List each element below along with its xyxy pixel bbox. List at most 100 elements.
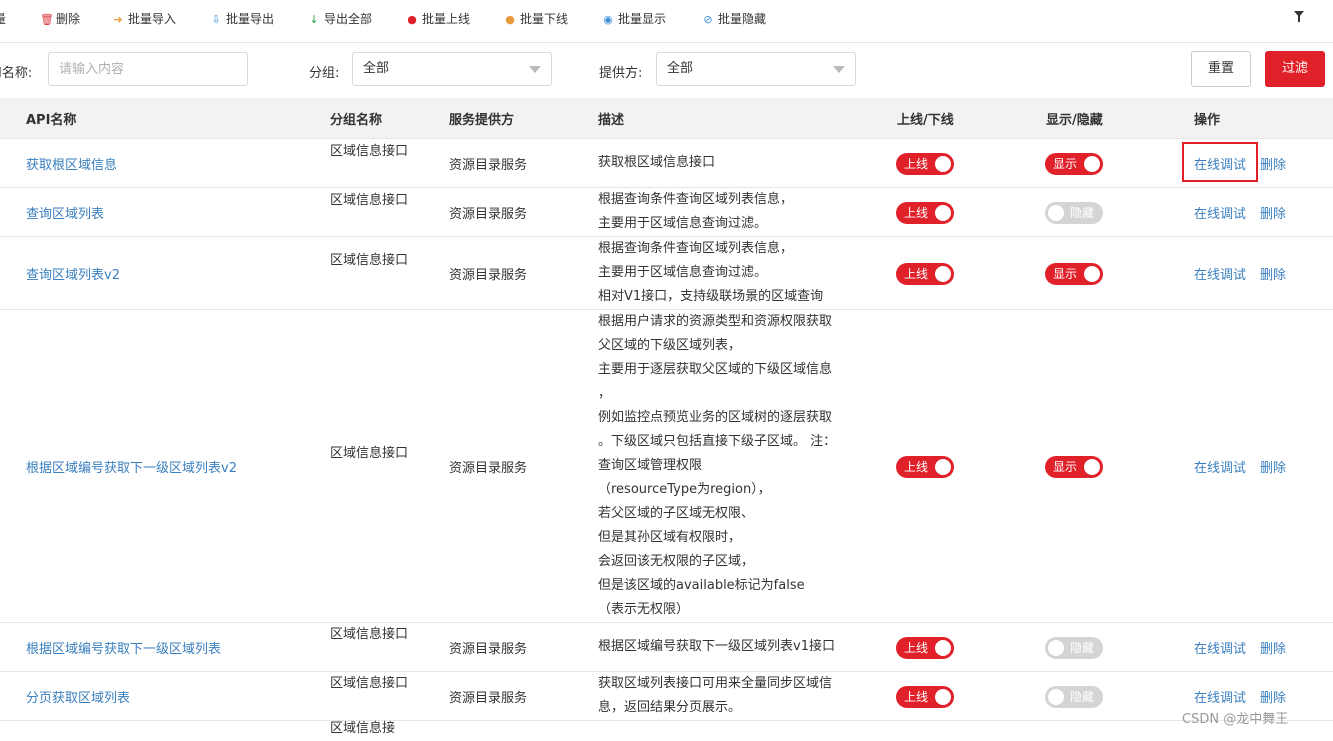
trash-icon: 🗑	[40, 13, 54, 26]
provider-cell: 资源目录服务	[449, 642, 528, 657]
toggle-knob	[1084, 459, 1100, 475]
group-cell: 区域信息接口	[330, 446, 409, 461]
display-toggle[interactable]: 显示	[1045, 153, 1103, 175]
online-toggle[interactable]: 上线	[896, 637, 954, 659]
online-toggle-label: 上线	[904, 690, 929, 704]
batch-show-label: 批量显示	[618, 12, 667, 26]
display-toggle[interactable]: 隐藏	[1045, 637, 1103, 659]
online-toggle[interactable]: 上线	[896, 263, 954, 285]
delete-link[interactable]: 删除	[1260, 457, 1286, 476]
toolbar: 量 🗑 删除 ➜ 批量导入 ⇩ 批量导出 ↓ 导出全部 ● 批量上线 ● 批量下线 ◉ 批量显…	[0, 0, 1333, 43]
batch-hide-label: 批量隐藏	[718, 12, 767, 26]
online-debug-link[interactable]: 在线调试	[1194, 638, 1246, 657]
delete-button[interactable]: 🗑 删除	[40, 10, 80, 27]
group-label: 分组:	[309, 66, 340, 81]
header-description: 描述	[598, 113, 625, 128]
toolbar-cut-label[interactable]: 量	[0, 10, 6, 27]
delete-link[interactable]: 删除	[1260, 687, 1286, 706]
online-debug-link[interactable]: 在线调试	[1194, 687, 1246, 706]
funnel-icon[interactable]	[1294, 11, 1304, 22]
api-name-link[interactable]: 根据区域编号获取下一级区域列表	[26, 638, 221, 657]
reset-button[interactable]: 重置	[1191, 51, 1251, 87]
batch-export-button[interactable]: ⇩ 批量导出	[210, 10, 274, 27]
toggle-knob	[1048, 689, 1064, 705]
display-toggle-label: 显示	[1053, 267, 1078, 281]
header-api-name: API名称	[26, 113, 77, 128]
group-select-value: 全部	[363, 61, 390, 76]
api-name-link[interactable]: 查询区域列表	[26, 203, 104, 222]
display-toggle-label: 显示	[1053, 157, 1078, 171]
display-toggle-label: 显示	[1053, 460, 1078, 474]
online-toggle[interactable]: 上线	[896, 202, 954, 224]
toggle-knob	[935, 689, 951, 705]
provider-cell: 资源目录服务	[449, 207, 528, 222]
provider-cell: 资源目录服务	[449, 268, 528, 283]
table-row: 区域信息接	[0, 721, 1333, 736]
online-toggle[interactable]: 上线	[896, 153, 954, 175]
api-name-label: I名称:	[0, 66, 33, 81]
provider-label: 提供方:	[599, 66, 643, 81]
batch-export-label: 批量导出	[226, 12, 275, 26]
api-name-link[interactable]: 根据区域编号获取下一级区域列表v2	[26, 457, 237, 476]
group-cell: 区域信息接	[330, 721, 396, 736]
header-provider: 服务提供方	[449, 113, 515, 128]
delete-link[interactable]: 删除	[1260, 264, 1286, 283]
toggle-knob	[935, 640, 951, 656]
display-toggle-label: 隐藏	[1069, 641, 1094, 655]
toggle-knob	[1084, 156, 1100, 172]
provider-select[interactable]: 全部	[656, 52, 856, 86]
highlight-box	[1182, 142, 1258, 182]
export-icon: ⇩	[211, 13, 221, 26]
table-row: 根据区域编号获取下一级区域列表v2 区域信息接口 资源目录服务 根据用户请求的资…	[0, 310, 1333, 623]
display-toggle[interactable]: 显示	[1045, 456, 1103, 478]
up-circle-icon: ●	[407, 13, 417, 26]
batch-show-button[interactable]: ◉ 批量显示	[602, 10, 666, 27]
batch-import-label: 批量导入	[128, 12, 177, 26]
online-toggle[interactable]: 上线	[896, 686, 954, 708]
delete-link[interactable]: 删除	[1260, 154, 1286, 173]
api-name-link[interactable]: 查询区域列表v2	[26, 264, 120, 283]
api-name-input[interactable]	[48, 52, 248, 86]
eye-icon: ◉	[603, 13, 613, 26]
provider-cell: 资源目录服务	[449, 461, 528, 476]
table-row: 查询区域列表 区域信息接口 资源目录服务 根据查询条件查询区域列表信息， 主要用…	[0, 188, 1333, 237]
description-cell: 根据查询条件查询区域列表信息， 主要用于区域信息查询过滤。 相对V1接口，支持级…	[598, 241, 824, 304]
provider-cell: 资源目录服务	[449, 691, 528, 706]
batch-online-button[interactable]: ● 批量上线	[406, 10, 470, 27]
table-row: 根据区域编号获取下一级区域列表 区域信息接口 资源目录服务 根据区域编号获取下一…	[0, 623, 1333, 672]
toggle-knob	[935, 459, 951, 475]
online-debug-link[interactable]: 在线调试	[1194, 457, 1246, 476]
export-all-button[interactable]: ↓ 导出全部	[308, 10, 372, 27]
batch-import-button[interactable]: ➜ 批量导入	[112, 10, 176, 27]
header-display: 显示/隐藏	[1046, 113, 1103, 128]
online-toggle-label: 上线	[904, 460, 929, 474]
toggle-knob	[935, 266, 951, 282]
toggle-knob	[935, 156, 951, 172]
online-debug-link[interactable]: 在线调试	[1194, 203, 1246, 222]
api-name-link[interactable]: 分页获取区域列表	[26, 687, 130, 706]
batch-hide-button[interactable]: ⊘ 批量隐藏	[702, 10, 766, 27]
display-toggle[interactable]: 隐藏	[1045, 686, 1103, 708]
delete-link[interactable]: 删除	[1260, 203, 1286, 222]
provider-select-value: 全部	[667, 61, 694, 76]
display-toggle[interactable]: 隐藏	[1045, 202, 1103, 224]
display-toggle[interactable]: 显示	[1045, 263, 1103, 285]
down-circle-icon: ●	[505, 13, 515, 26]
table-row: 查询区域列表v2 区域信息接口 资源目录服务 根据查询条件查询区域列表信息， 主…	[0, 237, 1333, 310]
online-debug-link[interactable]: 在线调试	[1194, 264, 1246, 283]
api-name-link[interactable]: 获取根区域信息	[26, 154, 117, 173]
batch-online-label: 批量上线	[422, 12, 471, 26]
group-select[interactable]: 全部	[352, 52, 552, 86]
batch-offline-button[interactable]: ● 批量下线	[504, 10, 568, 27]
group-cell: 区域信息接口	[330, 627, 409, 642]
table-row: 分页获取区域列表 区域信息接口 资源目录服务 获取区域列表接口可用来全量同步区域…	[0, 672, 1333, 721]
toggle-knob	[1048, 205, 1064, 221]
eye-slash-icon: ⊘	[703, 13, 713, 26]
online-toggle[interactable]: 上线	[896, 456, 954, 478]
delete-link[interactable]: 删除	[1260, 638, 1286, 657]
header-group: 分组名称	[330, 113, 383, 128]
table-row: 获取根区域信息 区域信息接口 资源目录服务 获取根区域信息接口 上线 显示 在线…	[0, 139, 1333, 188]
filter-button[interactable]: 过滤	[1265, 51, 1325, 87]
online-toggle-label: 上线	[904, 641, 929, 655]
online-toggle-label: 上线	[904, 157, 929, 171]
